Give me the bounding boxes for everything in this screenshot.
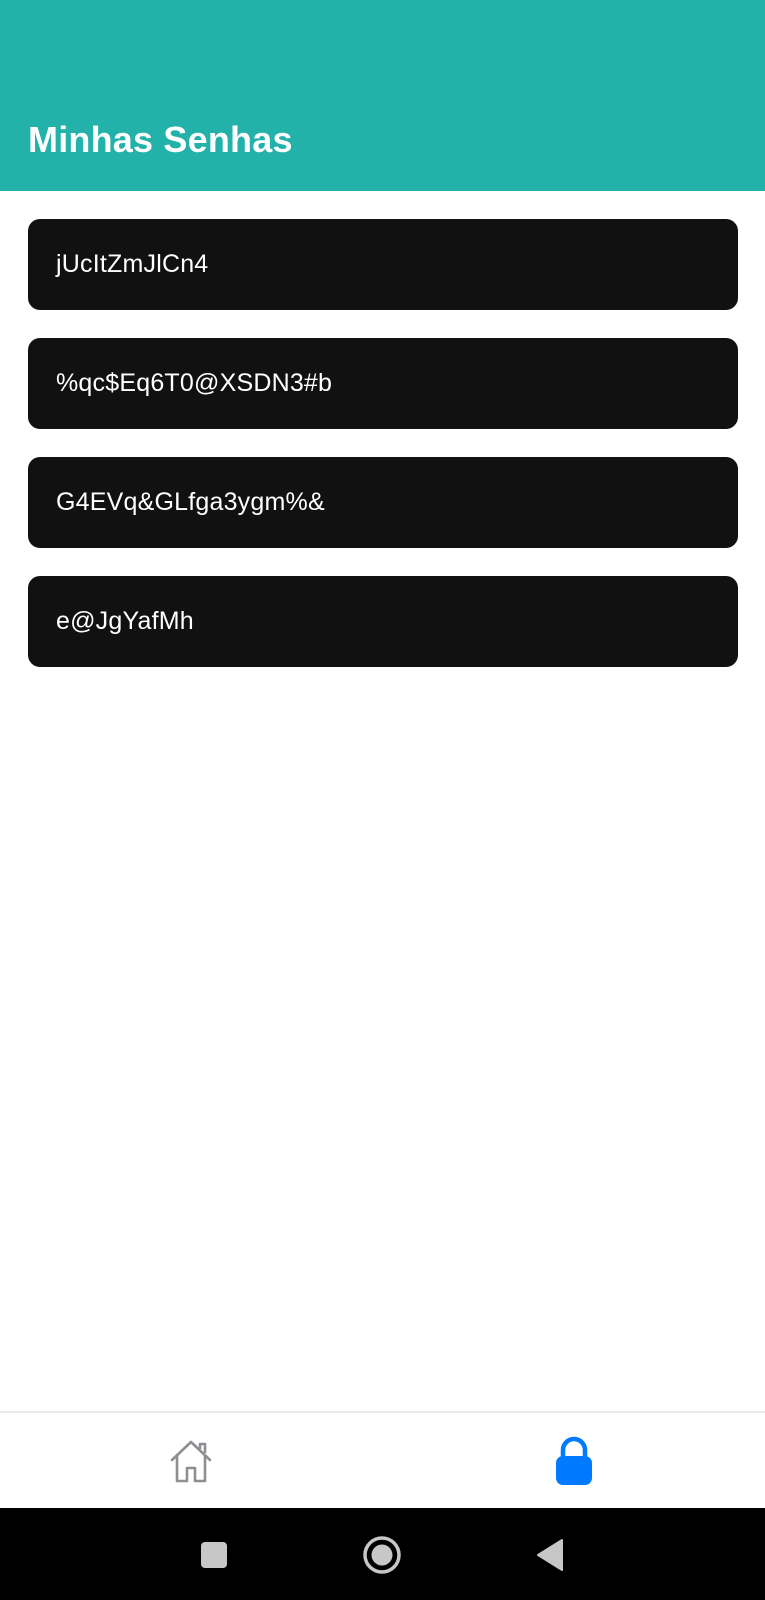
password-card[interactable]: %qc$Eq6T0@XSDN3#b xyxy=(28,338,738,429)
app-screen: Minhas Senhas jUcItZmJlCn4 %qc$Eq6T0@XSD… xyxy=(0,0,765,1600)
home-circle-icon xyxy=(363,1536,401,1574)
bottom-tab-bar xyxy=(0,1411,765,1508)
password-card[interactable]: jUcItZmJlCn4 xyxy=(28,219,738,310)
password-text: jUcItZmJlCn4 xyxy=(56,250,209,278)
password-text: G4EVq&GLfga3ygm%& xyxy=(56,488,325,516)
tab-passwords[interactable] xyxy=(383,1413,765,1508)
recents-button[interactable] xyxy=(191,1532,237,1578)
lock-icon xyxy=(556,1436,592,1485)
page-title: Minhas Senhas xyxy=(28,119,293,160)
app-header: Minhas Senhas xyxy=(0,0,765,191)
password-card[interactable]: G4EVq&GLfga3ygm%& xyxy=(28,457,738,548)
password-text: %qc$Eq6T0@XSDN3#b xyxy=(56,369,333,397)
password-text: e@JgYafMh xyxy=(56,607,194,635)
system-home-button[interactable] xyxy=(359,1532,405,1578)
password-list: jUcItZmJlCn4 %qc$Eq6T0@XSDN3#b G4EVq&GLf… xyxy=(28,219,738,695)
tab-home[interactable] xyxy=(0,1413,382,1508)
back-triangle-icon xyxy=(537,1539,563,1571)
recents-icon xyxy=(201,1542,227,1568)
system-back-button[interactable] xyxy=(527,1532,573,1578)
password-card[interactable]: e@JgYafMh xyxy=(28,576,738,667)
home-icon xyxy=(170,1440,212,1482)
system-navigation-bar xyxy=(0,1508,765,1600)
